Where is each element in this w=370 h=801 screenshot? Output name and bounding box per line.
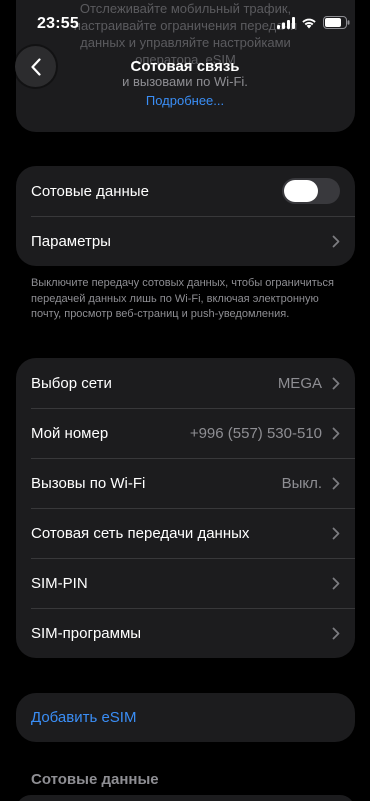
cellular-data-network-label: Сотовая сеть передачи данных (31, 524, 250, 542)
wifi-calling-value: Выкл. (281, 474, 322, 492)
sim-apps-row[interactable]: SIM-программы (16, 608, 355, 658)
options-row[interactable]: Параметры (16, 216, 355, 266)
sim-pin-row[interactable]: SIM-PIN (16, 558, 355, 608)
chevron-right-icon (332, 527, 340, 539)
battery-icon (323, 16, 350, 29)
network-selection-row[interactable]: Выбор сети MEGA (16, 358, 355, 408)
status-icons (277, 16, 350, 29)
chevron-right-icon (332, 627, 340, 639)
signal-icon (277, 16, 295, 29)
add-esim-label: Добавить eSIM (31, 709, 137, 726)
wifi-calling-label: Вызовы по Wi-Fi (31, 474, 146, 492)
cellular-data-group: Сотовые данные Параметры (16, 166, 355, 266)
cellular-data-label: Сотовые данные (31, 182, 149, 200)
toggle-knob (284, 180, 318, 202)
chevron-right-icon (332, 377, 340, 389)
my-number-row[interactable]: Мой номер +996 (557) 530-510 (16, 408, 355, 458)
cellular-data-usage-card (16, 795, 355, 801)
network-settings-group: Выбор сети MEGA Мой номер +996 (557) 530… (16, 358, 355, 658)
status-bar: 23:55 (0, 0, 370, 44)
network-selection-label: Выбор сети (31, 374, 112, 392)
network-selection-value: MEGA (277, 374, 322, 392)
sim-pin-label: SIM-PIN (31, 574, 88, 592)
my-number-value: +996 (557) 530-510 (189, 424, 322, 442)
header-description: и вызовами по Wi-Fi. (122, 74, 248, 89)
chevron-left-icon (30, 57, 41, 76)
chevron-right-icon (332, 577, 340, 589)
more-link[interactable]: Подробнее... (0, 93, 370, 108)
back-button[interactable] (15, 46, 56, 87)
options-label: Параметры (31, 232, 111, 250)
my-number-label: Мой номер (31, 424, 109, 442)
sim-apps-label: SIM-программы (31, 624, 142, 642)
wifi-calling-row[interactable]: Вызовы по Wi-Fi Выкл. (16, 458, 355, 508)
wifi-icon (302, 18, 316, 28)
status-time: 23:55 (37, 15, 79, 32)
cellular-data-row: Сотовые данные (16, 166, 355, 216)
cellular-data-toggle[interactable] (282, 178, 340, 204)
section-header-cellular-data: Сотовые данные (31, 771, 159, 788)
add-esim-button[interactable]: Добавить eSIM (16, 693, 355, 742)
chevron-right-icon (332, 235, 340, 247)
chevron-right-icon (332, 477, 340, 489)
chevron-right-icon (332, 427, 340, 439)
cellular-data-footnote: Выключите передачу сотовых данных, чтобы… (31, 277, 334, 320)
cellular-data-network-row[interactable]: Сотовая сеть передачи данных (16, 508, 355, 558)
